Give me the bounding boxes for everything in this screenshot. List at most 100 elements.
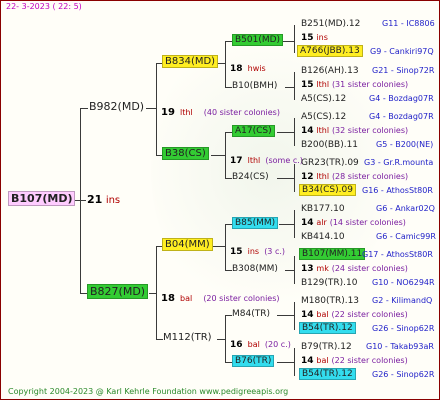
connector xyxy=(225,41,232,42)
connector xyxy=(225,87,232,88)
gen3-queen-info: 16 bal (20 c.) xyxy=(230,332,291,351)
gen5-queen-info: 14 alr (14 sister colonies) xyxy=(301,218,406,228)
gen5-queen-ref: G6 - Camic99R xyxy=(376,232,436,241)
gen3-queen-id: B04(MM) xyxy=(162,238,213,251)
gen5-queen-row[interactable]: B54(TR).12 xyxy=(299,322,356,334)
gen5-queen-ref: G11 - IC8806 xyxy=(382,19,435,28)
gen5-queen-location: bal xyxy=(316,356,329,365)
gen5-queen-location: bal xyxy=(316,310,329,319)
gen3-queen-info: 17 lthl (some c.) xyxy=(230,148,303,167)
gen4-queen-node[interactable]: A17(CS) xyxy=(232,125,275,137)
gen5-queen-row[interactable]: B251(MD).12 xyxy=(301,19,360,29)
gen4-queen-id: B501(MD) xyxy=(232,34,284,46)
gen5-queen-year: 15 xyxy=(301,80,314,90)
connector xyxy=(283,41,294,42)
gen5-queen-id: GR23(TR).09 xyxy=(301,158,359,168)
gen3-queen-node[interactable]: B834(MD) xyxy=(162,55,219,68)
gen5-queen-ref: G17 - AthosSt80R xyxy=(362,250,433,259)
sire-queen-year: 19 xyxy=(161,107,175,118)
gen5-queen-info: 13 mk (24 sister colonies) xyxy=(301,264,408,274)
gen5-queen-row[interactable]: B107(MM).11 xyxy=(299,248,366,260)
gen5-queen-row[interactable]: B79(TR).12 xyxy=(301,342,352,352)
gen4-queen-node[interactable]: B76(TR) xyxy=(232,355,275,367)
gen5-queen-row[interactable]: M180(TR).13 xyxy=(301,296,359,306)
gen3-queen-info: 18 hwis xyxy=(230,56,266,75)
gen5-queen-year: 14 xyxy=(301,356,314,366)
gen5-queen-year: 13 xyxy=(301,264,314,274)
gen5-queen-row[interactable]: A5(CS).12 xyxy=(301,112,346,122)
connector xyxy=(225,270,232,271)
gen5-queen-year: 12 xyxy=(301,172,314,182)
gen5-queen-row[interactable]: A766(JBB).13 xyxy=(297,45,363,57)
gen5-queen-ref: G10 - Takab93aR xyxy=(366,342,434,351)
dam-queen-info: 18 bal (20 sister colonies) xyxy=(161,286,280,305)
gen4-queen-node[interactable]: M84(TR) xyxy=(232,309,270,319)
gen5-queen-year: 14 xyxy=(301,310,314,320)
gen3-queen-node[interactable]: B04(MM) xyxy=(162,238,213,251)
gen5-queen-row[interactable]: A5(CS).12 xyxy=(301,94,346,104)
gen5-queen-year: 15 xyxy=(301,33,314,43)
gen3-queen-location: lthl xyxy=(247,156,261,165)
gen5-queen-info: 14 lthl (32 sister colonies) xyxy=(301,126,408,136)
gen5-queen-location: mk xyxy=(316,264,329,273)
gen5-queen-ref: G5 - B200(NE) xyxy=(376,140,434,149)
connector xyxy=(277,132,294,133)
gen4-queen-node[interactable]: B24(CS) xyxy=(232,172,269,182)
gen3-queen-year: 16 xyxy=(230,340,243,350)
gen5-queen-ref: G26 - Sinop62R xyxy=(372,370,435,379)
gen3-queen-id: B834(MD) xyxy=(162,55,219,68)
gen5-queen-sisters: (14 sister colonies) xyxy=(329,218,406,227)
gen5-queen-row[interactable]: B54(TR).12 xyxy=(299,368,356,380)
gen3-queen-id: M112(TR) xyxy=(163,332,212,343)
gen5-queen-location: lthl xyxy=(316,172,330,181)
root-queen-node[interactable]: B107(MD) xyxy=(8,191,76,206)
connector xyxy=(225,178,232,179)
gen5-queen-info: 15 lthl (31 sister colonies) xyxy=(301,80,408,90)
connector xyxy=(277,315,294,316)
gen5-queen-year: 14 xyxy=(301,126,314,136)
gen4-queen-id: B24(CS) xyxy=(232,172,269,182)
connector xyxy=(156,63,157,155)
copyright-footer[interactable]: Copyright 2004-2023 @ Karl Kehrle Founda… xyxy=(8,387,288,396)
sire-queen-location: lthl xyxy=(180,108,193,117)
gen3-queen-id: B38(CS) xyxy=(162,147,209,160)
gen5-queen-location: ins xyxy=(316,33,328,42)
dam-queen-node[interactable]: B827(MD) xyxy=(87,284,149,299)
gen5-queen-row[interactable]: GR23(TR).09 xyxy=(301,158,359,168)
gen5-queen-id: A5(CS).12 xyxy=(301,94,347,104)
gen5-queen-id: KB414.10 xyxy=(301,232,345,242)
gen5-queen-id: A5(CS).12 xyxy=(301,112,347,122)
date-stamp: 22- 3-2023 ( 22: 5) xyxy=(6,2,82,11)
gen5-queen-row[interactable]: KB414.10 xyxy=(301,232,345,242)
gen5-queen-row[interactable]: B129(TR).10 xyxy=(301,278,357,288)
connector xyxy=(225,315,232,316)
gen5-queen-sisters: (28 sister colonies) xyxy=(331,172,409,181)
gen5-queen-ref: G21 - Sinop72R xyxy=(372,66,435,75)
connector xyxy=(294,348,295,376)
gen5-queen-sisters: (22 sister colonies) xyxy=(331,310,408,319)
sire-queen-node[interactable]: B982(MD) xyxy=(89,100,144,113)
gen3-queen-sisters: (20 c.) xyxy=(264,340,291,349)
gen5-queen-ref: G16 - AthosSt80R xyxy=(362,186,433,195)
gen4-queen-node[interactable]: B501(MD) xyxy=(232,34,284,46)
gen5-queen-ref: G4 - Bozdag07R xyxy=(369,112,434,121)
gen3-queen-node[interactable]: M112(TR) xyxy=(163,332,212,343)
gen4-queen-node[interactable]: B308(MM) xyxy=(232,264,278,274)
gen5-queen-ref: G6 - Ankar02Q xyxy=(376,204,435,213)
gen3-queen-year: 15 xyxy=(230,247,243,257)
sire-queen-id: B982(MD) xyxy=(89,100,145,113)
root-queen-info: 21 ins xyxy=(87,193,120,206)
gen5-queen-row[interactable]: B126(AH).13 xyxy=(301,66,359,76)
connector xyxy=(279,224,294,225)
pedigree-frame: 22- 3-2023 ( 22: 5) B107(MD) 21 ins B982… xyxy=(0,0,440,400)
gen4-queen-node[interactable]: B10(BMH) xyxy=(232,81,277,91)
gen3-queen-node[interactable]: B38(CS) xyxy=(162,147,209,160)
connector xyxy=(217,63,225,64)
gen5-queen-row[interactable]: B200(BB).11 xyxy=(301,140,358,150)
gen5-queen-row[interactable]: KB177.10 xyxy=(301,204,345,214)
gen5-queen-row[interactable]: B34(CS).09 xyxy=(299,184,356,196)
gen5-queen-location: lthl xyxy=(316,80,330,89)
gen4-queen-node[interactable]: B85(MM) xyxy=(232,217,279,229)
gen4-queen-id: M84(TR) xyxy=(232,309,270,319)
gen3-queen-location: hwis xyxy=(247,64,266,73)
